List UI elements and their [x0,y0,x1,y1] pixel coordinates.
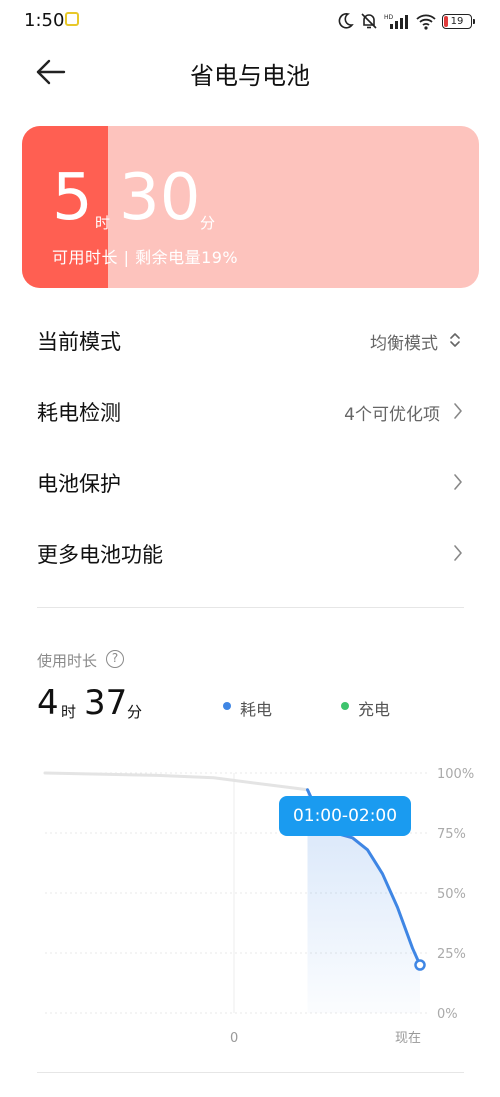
usage-minutes: 37 [84,683,128,723]
bell-muted-icon [361,13,377,29]
more-battery-functions-row[interactable]: 更多电池功能 [0,517,500,587]
status-icons: HD 19 [336,8,475,34]
legend-discharge-label: 耗电 [240,700,273,719]
current-mode-row[interactable]: 当前模式 均衡模式 [0,304,500,374]
x-tick-label: 0 [230,1031,238,1046]
x-tick-label: 现在 [395,1031,421,1046]
legend-discharge-dot [223,702,231,710]
bottom-divider [37,1072,464,1073]
battery-usage-chart[interactable]: 100% 75% 50% 25% 0% 0 现在 [0,740,500,1060]
current-mode-value: 均衡模式 [370,334,438,354]
battery-level-text: 19 [450,15,464,27]
remaining-minutes-unit: 分 [200,214,216,232]
remaining-hours: 5 [52,161,93,235]
remaining-minutes: 30 [119,161,201,235]
battery-protection-label: 电池保护 [37,472,121,496]
battery-icon: 19 [442,13,475,29]
y-tick-label: 50% [437,887,466,902]
power-check-label: 耗电检测 [37,401,121,425]
notification-app-icon [65,12,79,26]
up-down-chevron-icon [450,333,460,347]
section-divider [37,607,464,608]
y-tick-label: 75% [437,827,466,842]
usage-hours: 4 [37,683,59,723]
remaining-hours-unit: 时 [95,214,111,232]
discharge-line-past [43,771,309,792]
legend-charge-dot [341,702,349,710]
battery-protection-row[interactable]: 电池保护 [0,446,500,516]
usage-duration-label: 使用时长 [37,652,98,670]
moon-icon [338,13,354,29]
current-point-marker [414,959,426,971]
page-title: 省电与电池 [190,62,310,90]
usage-minutes-unit: 分 [127,703,143,721]
help-icon[interactable]: ? [106,650,124,668]
chevron-right-icon [454,474,462,490]
power-check-value: 4个可优化项 [344,405,440,425]
y-tick-label: 100% [437,767,474,782]
y-tick-label: 0% [437,1007,458,1022]
status-time: 1:50 [24,10,65,31]
legend-charge-label: 充电 [358,700,391,719]
usage-hours-unit: 时 [61,703,77,721]
more-battery-functions-label: 更多电池功能 [37,543,163,567]
current-mode-label: 当前模式 [37,330,121,354]
svg-text:HD: HD [384,14,394,21]
wifi-icon [416,14,436,30]
battery-remaining-card[interactable]: 5 时 30 分 可用时长 | 剩余电量19% [22,126,479,288]
chevron-right-icon [454,403,462,419]
power-check-row[interactable]: 耗电检测 4个可优化项 [0,375,500,445]
hd-signal-icon: HD [384,14,408,29]
y-tick-label: 25% [437,947,466,962]
chart-tooltip: 01:00-02:00 [279,796,411,836]
chevron-right-icon [454,545,462,561]
remaining-subtitle: 可用时长 | 剩余电量19% [52,248,239,267]
